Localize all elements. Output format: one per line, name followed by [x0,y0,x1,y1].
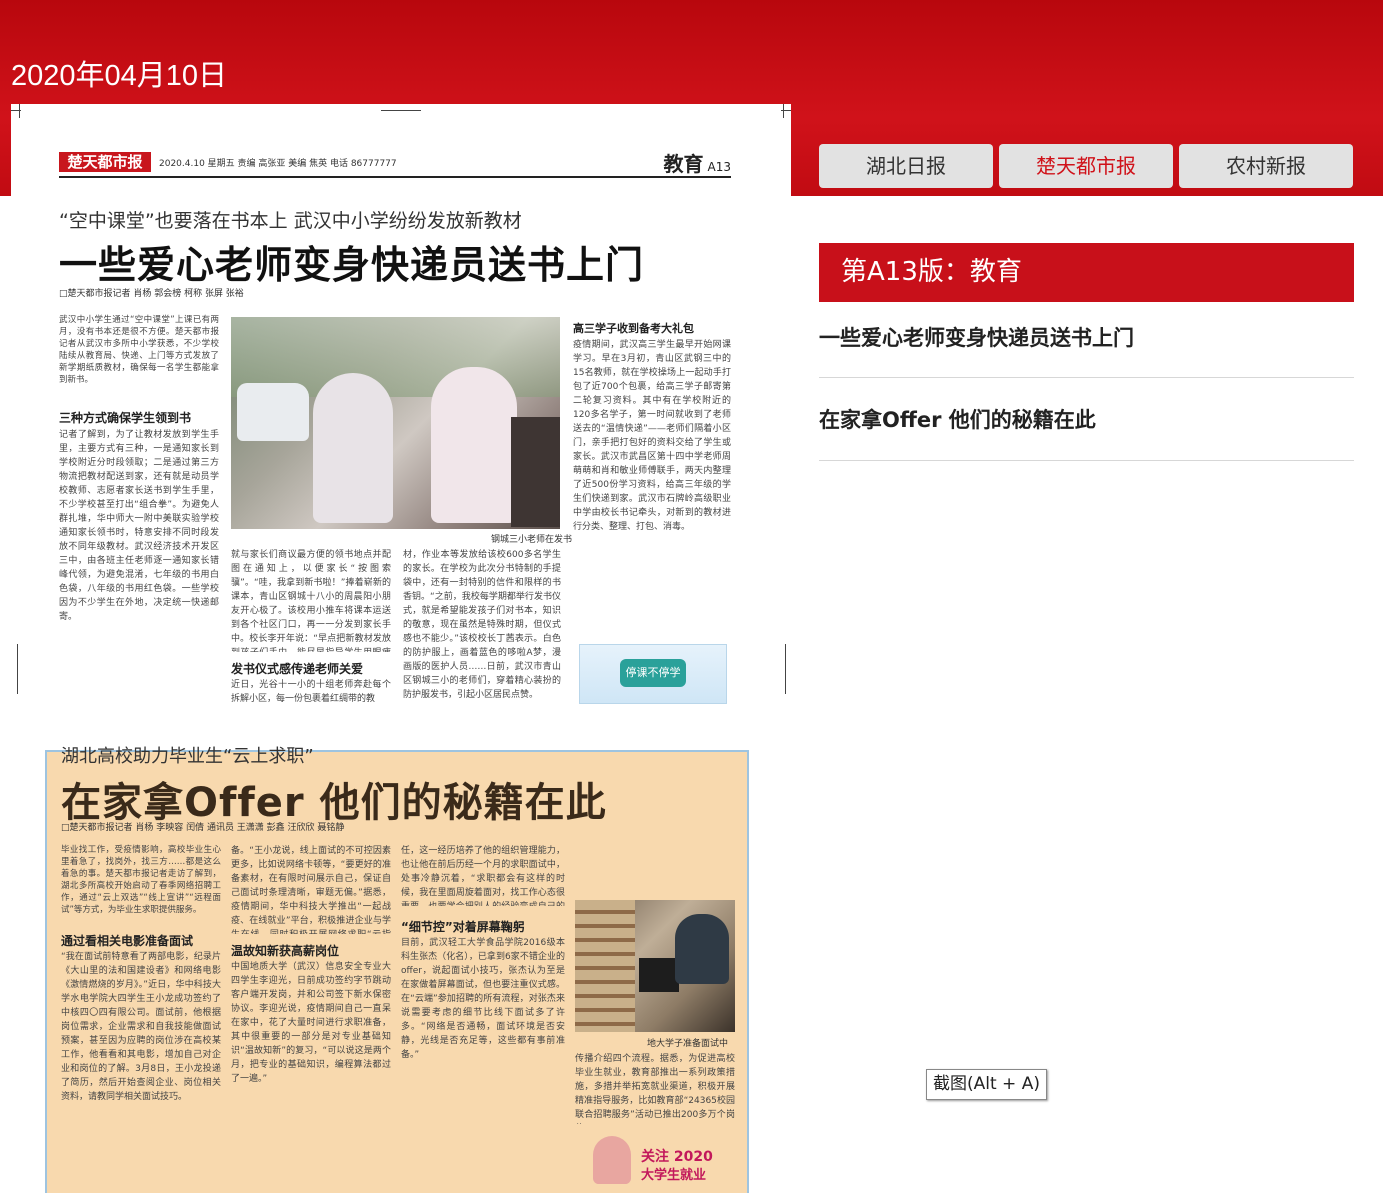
story2-subhead-a: 通过看相关电影准备面试 [61,934,194,948]
promo-illustration [593,1136,631,1184]
story2-body-a: “我在面试前特意看了两部电影，纪录片《大山里的法和国建设者》和网络电影《激情燃烧… [61,952,221,1102]
story2-lead: 毕业找工作，受疫情影响，高校毕业生心里着急了，找岗外，找三方……都是这么着急的事… [61,845,221,915]
story1-subhead-b: 发书仪式感传递老师关爱 [231,662,364,676]
story1-body-c: 材，作业本等发放给该校600多名学生的家长。在学校为此次分书特制的手提袋中，还有… [403,550,561,700]
story2-body-b: 备。“王小龙说，线上面试的不可控因素更多，比如说网络卡顿等，“要更好的准备素材，… [231,846,391,934]
story1-photo [231,317,560,529]
newspaper-page[interactable]: 楚天都市报 2020.4.10 星期五 责编 高张亚 美编 焦英 电话 8677… [11,104,791,1193]
page-number: A13 [707,160,731,174]
story1-headline: 一些爱心老师变身快递员送书上门 [59,243,645,287]
story2-subhead-c: “细节控”对着屏幕鞠躬 [401,920,525,934]
story1-sidebar-title: 高三学子收到备考大礼包 [573,322,694,335]
story2-photo [575,900,735,1032]
story2-body-c2: 目前，武汉轻工大学食品学院2016级本科生张杰（化名），已拿到6家不错企业的of… [401,938,565,1060]
story1-body-a: 记者了解到，为了让教材发放到学生手里，主要方式有三种，一是通知家长到学校附近分时… [59,430,219,622]
article-link-offer-at-home[interactable]: 在家拿Offer 他们的秘籍在此 [819,378,1354,461]
story2-kicker: 湖北高校助力毕业生“云上求职” [61,746,314,767]
banner-label: 停课不停学 [620,659,686,687]
story2-body-b2: 中国地质大学（武汉）信息安全专业大四学生李迎光，日前成功签约字节跳动客户端开发岗… [231,962,391,1084]
section-label: 教育 A13 [664,148,731,177]
story2-subhead-b: 温故知新获高薪岗位 [231,944,340,958]
story2-byline: □楚天都市报记者 肖杨 李映容 闰倩 通讯员 王潇潇 彭鑫 汪欣欣 聂铭静 [61,823,345,833]
crop-mark [17,644,18,694]
tab-chutian-metro-daily[interactable]: 楚天都市报 [999,144,1173,188]
tab-hubei-daily[interactable]: 湖北日报 [819,144,993,188]
crop-mark [381,110,421,111]
section-name: 教育 [663,152,704,176]
graduate-employment-promo: 关注 2020 大学生就业 [587,1128,737,1192]
story1-sidebar-body: 疫情期间，武汉高三学生最早开始网课学习。早在3月初，青山区武钢三中的15名教师，… [573,340,731,532]
screenshot-tooltip: 截图(Alt + A) [926,1069,1047,1100]
story1-byline: □楚天都市报记者 肖杨 郭会榜 柯称 张屏 张裕 [59,289,244,299]
story1-body-b: 就与家长们商议最方便的领书地点并配图在通知上，以便家长“按图索骥”。“哇，我拿到… [231,550,391,652]
story1-photo-caption: 钢城三小老师在发书 [491,535,573,545]
article-link-teachers-deliver-books[interactable]: 一些爱心老师变身快递员送书上门 [819,302,1354,378]
story1-lead: 武汉中小学生通过“空中课堂”上课已有两月，没有书本还是很不方便。楚天都市报记者从… [59,315,219,385]
story1-kicker: “空中课堂”也要落在书本上 武汉中小学纷纷发放新教材 [59,210,522,232]
promo-line1: 关注 2020 [641,1149,713,1165]
story1-body-b2: 近日，光谷十一小的十组老师奔赴每个拆解小区，每一份包裹着红绸带的教 [231,680,391,704]
edition-title: 第A13版：教育 [819,243,1354,302]
story2-body-d: 传播介绍四个流程。据悉，为促进高校毕业生就业，教育部推出一系列政策措施，多措并举… [575,1054,735,1120]
crop-mark [785,644,786,694]
newspaper-header: 楚天都市报 2020.4.10 星期五 责编 高张亚 美编 焦英 电话 8677… [59,152,731,178]
story2-panel: 湖北高校助力毕业生“云上求职” 在家拿Offer 他们的秘籍在此 □楚天都市报记… [45,746,749,1193]
classes-continue-banner: 停课不停学 [579,644,727,704]
newspaper-tabs: 湖北日报 楚天都市报 农村新报 [819,144,1354,188]
crop-mark [19,104,20,118]
story1-subhead-a: 三种方式确保学生领到书 [59,411,192,425]
promo-line2: 大学生就业 [641,1168,707,1183]
issue-date: 2020年04月10日 [11,60,228,92]
story2-photo-caption: 地大学子准备面试中 [647,1039,729,1049]
publication-info: 2020.4.10 星期五 责编 高张亚 美编 焦英 电话 86777777 [159,159,397,169]
crop-mark [783,104,784,118]
masthead-logo: 楚天都市报 [59,152,151,172]
story2-body-c: 任，这一经历培养了他的组织管理能力，也让他在前后历经一个月的求职面试中，处事冷静… [401,846,565,906]
tab-rural-new-daily[interactable]: 农村新报 [1179,144,1353,188]
